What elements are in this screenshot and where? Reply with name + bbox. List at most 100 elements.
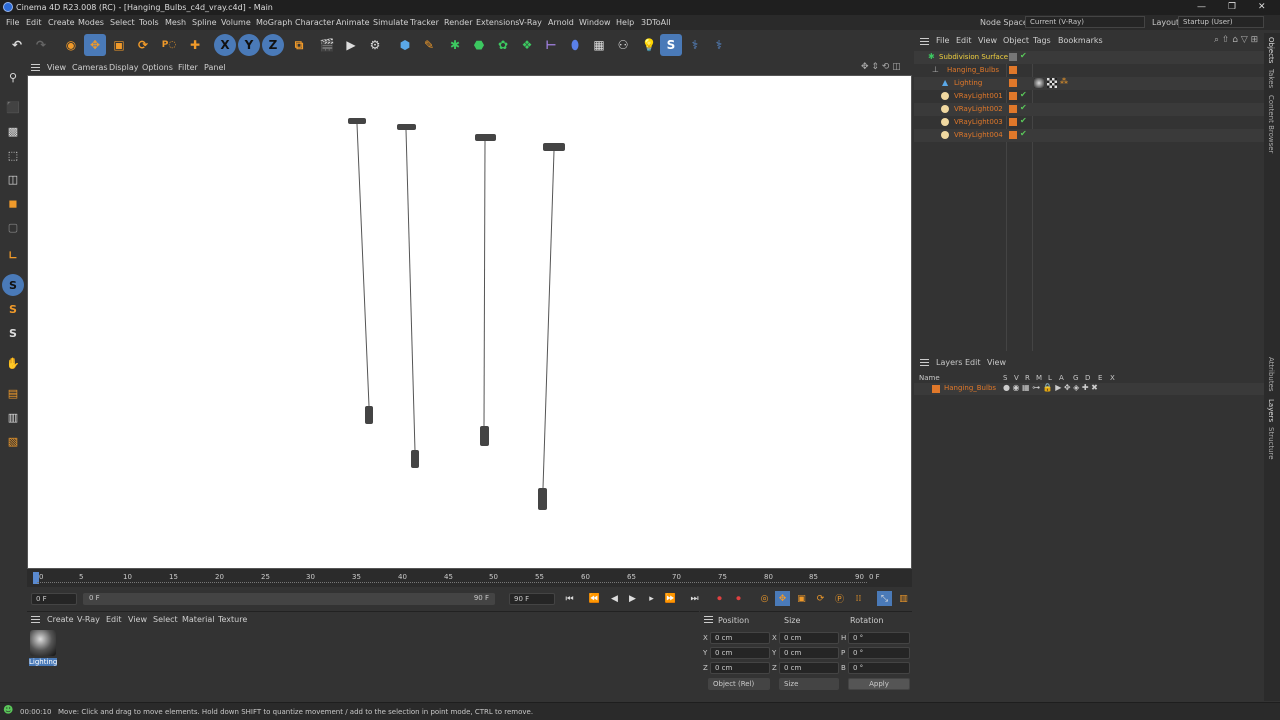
- viewport[interactable]: [27, 75, 912, 569]
- menu-spline[interactable]: Spline: [192, 18, 217, 27]
- y-axis-icon[interactable]: Y: [238, 34, 260, 56]
- menu-create[interactable]: Create: [48, 18, 75, 27]
- menu-extensions[interactable]: Extensions: [476, 18, 519, 27]
- workplane-icon[interactable]: ▤: [2, 382, 24, 404]
- apply-button[interactable]: Apply: [848, 678, 910, 690]
- key-move-icon[interactable]: ✥: [775, 591, 790, 606]
- menu-arnold[interactable]: Arnold: [548, 18, 574, 27]
- viewport-menu-display[interactable]: Display: [109, 63, 139, 72]
- frame-range-slider[interactable]: 0 F 90 F: [83, 593, 495, 605]
- layer-menu-edit[interactable]: Edit: [965, 358, 981, 367]
- side-tab-takes[interactable]: Takes: [1267, 69, 1275, 88]
- mograph-icon[interactable]: ❖: [516, 34, 538, 56]
- move-tool-icon[interactable]: ✥: [84, 34, 106, 56]
- extrude-icon[interactable]: ⬣: [468, 34, 490, 56]
- record-icon[interactable]: ⏺: [712, 591, 727, 606]
- rot-h-field[interactable]: 0 °: [848, 632, 910, 644]
- layout-dropdown[interactable]: Startup (User): [1178, 16, 1264, 28]
- object-menu-file[interactable]: File: [936, 36, 949, 45]
- menu-mesh[interactable]: Mesh: [165, 18, 186, 27]
- key-param-icon[interactable]: Ⓟ: [832, 591, 847, 606]
- axis-mode-icon[interactable]: ∟: [2, 244, 24, 266]
- rot-b-field[interactable]: 0 °: [848, 662, 910, 674]
- material-menu-create[interactable]: Create: [47, 615, 74, 624]
- subdivision-icon[interactable]: ✱: [444, 34, 466, 56]
- render-view-icon[interactable]: ▶: [340, 34, 362, 56]
- key-pla-icon[interactable]: ⁞⁞: [851, 591, 866, 606]
- object-row-vraylight004[interactable]: VRayLight004 ✔: [914, 129, 1264, 142]
- live-selection-icon[interactable]: ◉: [60, 34, 82, 56]
- material-menu-view[interactable]: View: [128, 615, 147, 624]
- render-region-icon[interactable]: 🎬: [316, 34, 338, 56]
- layer-row[interactable]: Hanging_Bulbs ● ◉ ▦ ⊶ 🔒 ▶ ✥ ◈ ✚ ✖: [914, 383, 1264, 395]
- edges-mode-icon[interactable]: ◫: [2, 168, 24, 190]
- object-search-icon[interactable]: ⌕ ⇧ ⌂ ▽ ⊞: [1214, 35, 1258, 45]
- previous-frame-icon[interactable]: ◀: [607, 591, 622, 606]
- material-hamburger-icon[interactable]: [31, 616, 40, 623]
- viewport-menu-options[interactable]: Options: [142, 63, 173, 72]
- make-editable-icon[interactable]: ⚲: [2, 66, 24, 88]
- object-hamburger-icon[interactable]: [920, 38, 929, 45]
- side-tab-objects[interactable]: Objects: [1267, 37, 1275, 63]
- size-z-field[interactable]: 0 cm: [779, 662, 839, 674]
- material-menu-material[interactable]: Material: [182, 615, 215, 624]
- material-menu-select[interactable]: Select: [153, 615, 178, 624]
- viewport-menu-panel[interactable]: Panel: [204, 63, 226, 72]
- menu-animate[interactable]: Animate: [336, 18, 370, 27]
- timeline-ruler[interactable]: 0 5 10 15 20 25 30 35 40 45 50 55 60 65 …: [27, 569, 912, 587]
- menu-tools[interactable]: Tools: [139, 18, 159, 27]
- scale-tool-icon[interactable]: ▣: [108, 34, 130, 56]
- model-mode-icon[interactable]: ⬛: [2, 96, 24, 118]
- uv-mode-icon[interactable]: ▢: [2, 216, 24, 238]
- viewport-menu-filter[interactable]: Filter: [178, 63, 198, 72]
- object-row-vraylight002[interactable]: VRayLight002 ✔: [914, 103, 1264, 116]
- layer-color-swatch[interactable]: [932, 385, 940, 393]
- object-row-hanging-bulbs[interactable]: ⊥ Hanging_Bulbs: [914, 64, 1264, 77]
- object-menu-view[interactable]: View: [978, 36, 997, 45]
- size-mode-dropdown[interactable]: Size: [779, 678, 839, 690]
- menu-simulate[interactable]: Simulate: [373, 18, 408, 27]
- previous-key-icon[interactable]: ⏪: [587, 591, 602, 606]
- key-position-icon[interactable]: ◎: [757, 591, 772, 606]
- object-row-lighting[interactable]: ▲ Lighting ⁂: [914, 77, 1264, 90]
- viewport-hamburger-icon[interactable]: [31, 64, 40, 71]
- object-row-vraylight001[interactable]: VRayLight001 ✔: [914, 90, 1264, 103]
- material-menu-vray[interactable]: V-Ray: [77, 615, 100, 624]
- size-x-field[interactable]: 0 cm: [779, 632, 839, 644]
- layer-hamburger-icon[interactable]: [920, 359, 929, 366]
- next-key-icon[interactable]: ⏩: [663, 591, 678, 606]
- workplane-lock-icon[interactable]: ▥: [2, 406, 24, 428]
- deformer-icon[interactable]: ⊢: [540, 34, 562, 56]
- snap-icon[interactable]: S: [2, 274, 24, 296]
- menu-vray[interactable]: V-Ray: [519, 18, 542, 27]
- menu-modes[interactable]: Modes: [78, 18, 104, 27]
- python-icon[interactable]: ⚕: [684, 34, 706, 56]
- texture-tag-icon[interactable]: [1047, 78, 1057, 88]
- menu-3dtoall[interactable]: 3DToAll: [641, 18, 671, 27]
- side-tab-structure[interactable]: Structure: [1267, 427, 1275, 460]
- menu-tracker[interactable]: Tracker: [410, 18, 439, 27]
- go-to-end-icon[interactable]: ⏭: [687, 591, 702, 606]
- play-icon[interactable]: ▶: [625, 591, 640, 606]
- light-icon[interactable]: 💡: [638, 34, 660, 56]
- minimize-button[interactable]: —: [1197, 2, 1206, 12]
- menu-file[interactable]: File: [6, 18, 19, 27]
- timeline-icon[interactable]: ⤡: [877, 591, 892, 606]
- material-tag-icon[interactable]: [1034, 78, 1044, 88]
- python-script-icon[interactable]: ⚕: [708, 34, 730, 56]
- coord-hamburger-icon[interactable]: [704, 616, 713, 623]
- floor-icon[interactable]: ▦: [588, 34, 610, 56]
- viewport-nav-icon[interactable]: ✥ ⇕ ⟲ ◫: [861, 62, 901, 72]
- side-tab-layers[interactable]: Layers: [1267, 399, 1275, 422]
- key-scale-icon[interactable]: ▣: [794, 591, 809, 606]
- field-icon[interactable]: ⬮: [564, 34, 586, 56]
- pos-z-field[interactable]: 0 cm: [710, 662, 770, 674]
- menu-edit[interactable]: Edit: [26, 18, 42, 27]
- object-row-subdivision-surface[interactable]: ✱ Subdivision Surface ✔: [914, 51, 1264, 64]
- x-axis-icon[interactable]: X: [214, 34, 236, 56]
- pos-y-field[interactable]: 0 cm: [710, 647, 770, 659]
- cloner-icon[interactable]: ✿: [492, 34, 514, 56]
- rotate-tool-icon[interactable]: ⟳: [132, 34, 154, 56]
- texture-mode-icon[interactable]: ▩: [2, 120, 24, 142]
- key-rotate-icon[interactable]: ⟳: [813, 591, 828, 606]
